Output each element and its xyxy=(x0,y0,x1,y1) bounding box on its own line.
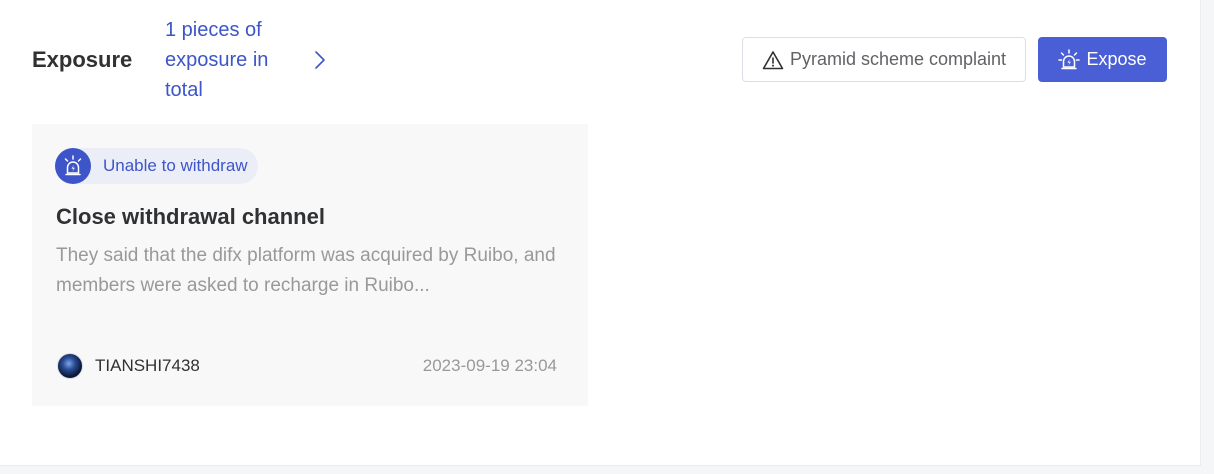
username: TIANSHI7438 xyxy=(95,356,200,375)
category-tag-label: Unable to withdraw xyxy=(103,156,248,175)
chevron-right-icon[interactable] xyxy=(310,49,330,71)
alarm-siren-icon xyxy=(1058,48,1081,71)
exposure-card[interactable]: Unable to withdraw Close withdrawal chan… xyxy=(32,124,588,406)
category-tag: Unable to withdraw xyxy=(55,148,258,184)
exposure-count-link[interactable]: 1 pieces of exposure in total xyxy=(165,15,295,105)
alarm-siren-icon xyxy=(55,148,91,184)
expose-button-label: Expose xyxy=(1086,49,1147,69)
exposure-panel: Exposure 1 pieces of exposure in total P… xyxy=(0,0,1201,466)
card-description: They said that the difx platform was acq… xyxy=(56,245,556,296)
avatar xyxy=(57,353,83,379)
complaint-button-label: Pyramid scheme complaint xyxy=(789,49,1007,69)
expose-button[interactable]: Expose xyxy=(1038,37,1167,82)
pyramid-scheme-complaint-button[interactable]: Pyramid scheme complaint xyxy=(742,37,1026,82)
timestamp: 2023-09-19 23:04 xyxy=(422,356,557,375)
card-title: Close withdrawal channel xyxy=(56,204,325,229)
warning-triangle-icon xyxy=(762,50,784,70)
section-title: Exposure xyxy=(32,47,133,72)
